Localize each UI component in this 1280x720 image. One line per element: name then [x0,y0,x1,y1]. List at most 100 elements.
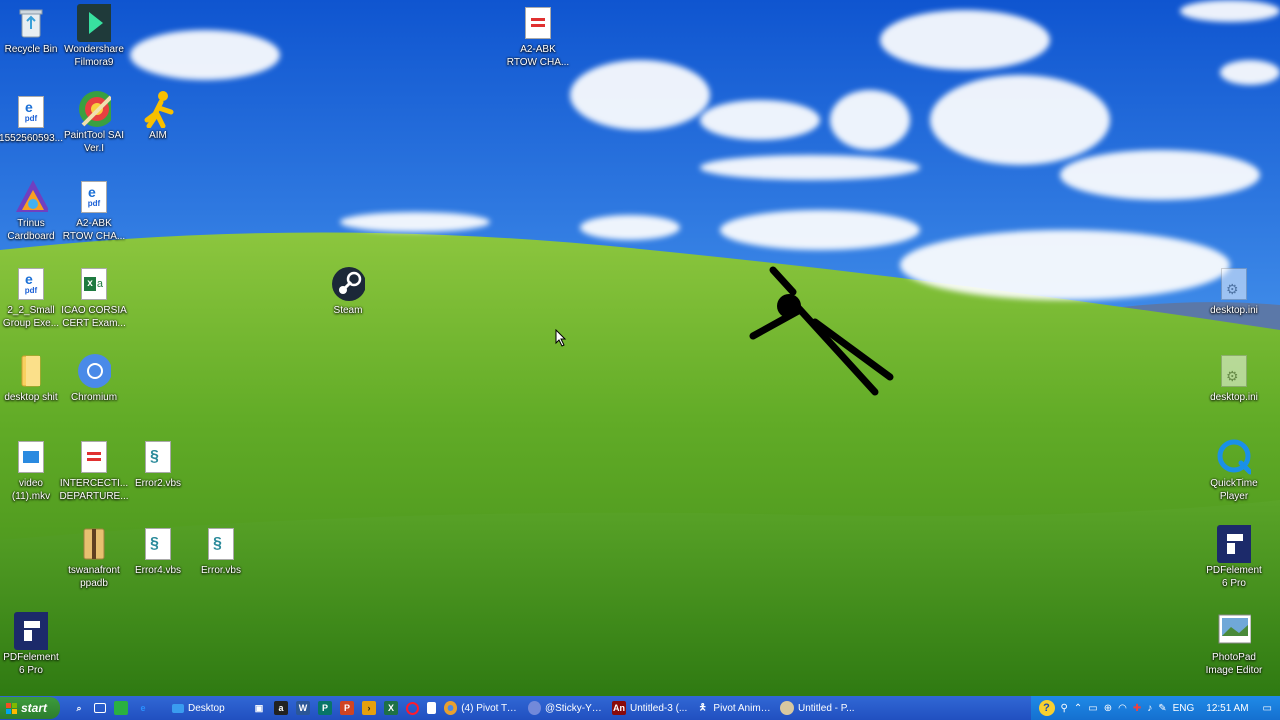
pinned-amazon[interactable]: a [270,698,292,718]
trinus-icon [14,180,48,214]
pinned-plex[interactable]: › [358,698,380,718]
desktop-icon-error4-vbs[interactable]: § Error4.vbs [122,527,194,577]
windows-logo-icon [6,702,17,714]
desktop-toolbar[interactable]: Desktop [168,698,248,718]
aim-icon [141,91,175,128]
store-icon: ▣ [254,702,264,713]
pinned-notepad[interactable] [423,698,440,718]
desktop-icon-steam[interactable]: Steam [312,267,384,317]
pdfelement-icon [14,612,48,650]
opera-icon [406,701,419,715]
discord-icon [528,701,541,715]
system-tray: ? ⚲ ⌃ ▭ ⊕ ◠ ✚ ♪ ✎ ENG 12:51 AM ▭ [1030,696,1280,720]
pivot-icon: 🯅 [698,702,707,712]
task-paint[interactable]: Untitled - P... [776,698,860,718]
word-icon: W [296,701,310,715]
desktop-icon-pdf-1552560593[interactable]: e pdf 1552560593... [0,95,67,145]
desktop-icon-video-11-mkv[interactable]: video (11).mkv [0,440,67,503]
search-button[interactable]: ⌕ [68,698,90,718]
edge-icon: e [140,703,146,713]
desktop-icon-trinus-cardboard[interactable]: Trinus Cardboard [0,180,67,243]
vbs-script-icon: § [204,527,238,561]
pen-icon[interactable]: ✎ [1158,703,1166,714]
language-indicator[interactable]: ENG [1173,703,1195,714]
task-chrome[interactable]: (4) Pivot Tut... [440,698,524,718]
notifications-icon[interactable]: ▭ [1263,703,1272,714]
stick-figure-drawing [749,266,894,396]
filmora-icon [77,4,111,42]
desktop-icon-painttool-sai[interactable]: PaintTool SAI Ver.I [58,91,130,155]
mouse-cursor [555,329,567,347]
plex-icon: › [362,701,376,715]
start-button[interactable]: start [0,697,60,719]
powerpoint-icon: P [340,701,354,715]
help-icon[interactable]: ? [1038,700,1055,716]
desktop-icon-error-vbs[interactable]: § Error.vbs [185,527,257,577]
pinned-word[interactable]: W [292,698,314,718]
chrome-icon [444,701,458,715]
notepad-icon [427,702,436,714]
vbs-script-icon: § [141,527,175,561]
desktop-icon-aim[interactable]: AIM [122,91,194,142]
desktop-icon-photopad[interactable]: PhotoPad Image Editor [1198,614,1270,677]
desktop-icon-pdfelement-right[interactable]: PDFelement 6 Pro [1198,525,1270,590]
folder-icon [14,354,48,388]
wifi-icon[interactable]: ◠ [1118,703,1127,714]
clock[interactable]: 12:51 AM [1206,703,1248,714]
vbs-script-icon: § [141,440,175,474]
publisher-icon: P [318,701,332,715]
battery-icon[interactable]: ▭ [1088,703,1097,714]
desktop-icon-folder-desktop-shit[interactable]: desktop shit [0,354,67,404]
task-discord[interactable]: @Sticky-YT ... [524,698,608,718]
desktop-icon-chromium[interactable]: Chromium [58,354,130,404]
task-animate[interactable]: An Untitled-3 (... [608,698,692,718]
settings-file-icon: ⚙ [1217,354,1251,388]
desktop-icon-tswanafrontppadb[interactable]: tswanafront ppadb [58,527,130,590]
desktop-icon-desktop-ini-2[interactable]: ⚙ desktop.ini [1198,354,1270,404]
pinned-store[interactable]: ▣ [248,698,270,718]
pinned-powerpoint[interactable]: P [336,698,358,718]
app-green-icon [114,701,128,715]
taskbar: start ⌕ e Desktop ▣ a W P P › X (4) Pivo… [0,696,1280,720]
desktop-icon-a2-abk-rtow-top[interactable]: A2-ABK RTOW CHA... [502,6,574,69]
photopad-icon [1217,614,1251,648]
pdf-file-icon: e pdf [14,95,48,129]
desktop-icon-pdfelement-left[interactable]: PDFelement 6 Pro [0,612,67,677]
security-icon[interactable]: ✚ [1133,703,1141,714]
desktop-wallpaper: Recycle Bin Wondershare Filmora9 e pdf 15… [0,0,1280,696]
desktop-icon-intercection-departure[interactable]: INTERCECTI... DEPARTURE... [58,440,130,503]
excel-file-icon: xa [77,267,111,301]
task-view-icon [94,703,106,713]
steam-icon [331,267,365,301]
settings-file-icon: ⚙ [1217,267,1251,301]
pinned-opera[interactable] [402,698,423,718]
pdfelement-icon [1217,525,1251,563]
pinned-excel[interactable]: X [380,698,402,718]
recycle-bin-icon [14,6,48,40]
desktop-monitor-icon [172,703,184,713]
animate-icon: An [612,701,626,715]
desktop-icon-excel-icao-corsia[interactable]: xa ICAO CORSIA CERT Exam... [58,267,130,330]
show-hidden-icons-chevron-up-icon[interactable]: ⌃ [1074,703,1082,714]
pinned-publisher[interactable]: P [314,698,336,718]
pinned-app-green[interactable] [110,698,132,718]
painttool-sai-icon [77,91,111,127]
task-pivot[interactable]: 🯅 Pivot Anima... [692,698,776,718]
desktop-icon-filmora[interactable]: Wondershare Filmora9 [58,4,130,69]
document-file-icon [77,440,111,474]
desktop-icon-recycle-bin[interactable]: Recycle Bin [0,6,67,56]
paint-icon [780,701,794,715]
pdf-file-icon: e pdf [14,267,48,301]
amazon-icon: a [274,701,288,715]
desktop-icon-quicktime[interactable]: QuickTime Player [1198,439,1270,503]
desktop-icon-desktop-ini-1[interactable]: ⚙ desktop.ini [1198,267,1270,317]
desktop-icon-error2-vbs[interactable]: § Error2.vbs [122,440,194,490]
volume-icon[interactable]: ♪ [1147,703,1152,714]
people-icon[interactable]: ⚲ [1061,703,1068,714]
desktop-icon-pdf-a2-abk[interactable]: e pdf A2-ABK RTOW CHA... [58,180,130,243]
network-icon[interactable]: ⊕ [1104,703,1112,714]
chromium-icon [77,354,111,388]
pinned-app-edge[interactable]: e [132,698,154,718]
desktop-icon-pdf-2-2-small-group[interactable]: e pdf 2_2_Small Group Exe... [0,267,67,330]
task-view-button[interactable] [90,698,110,718]
